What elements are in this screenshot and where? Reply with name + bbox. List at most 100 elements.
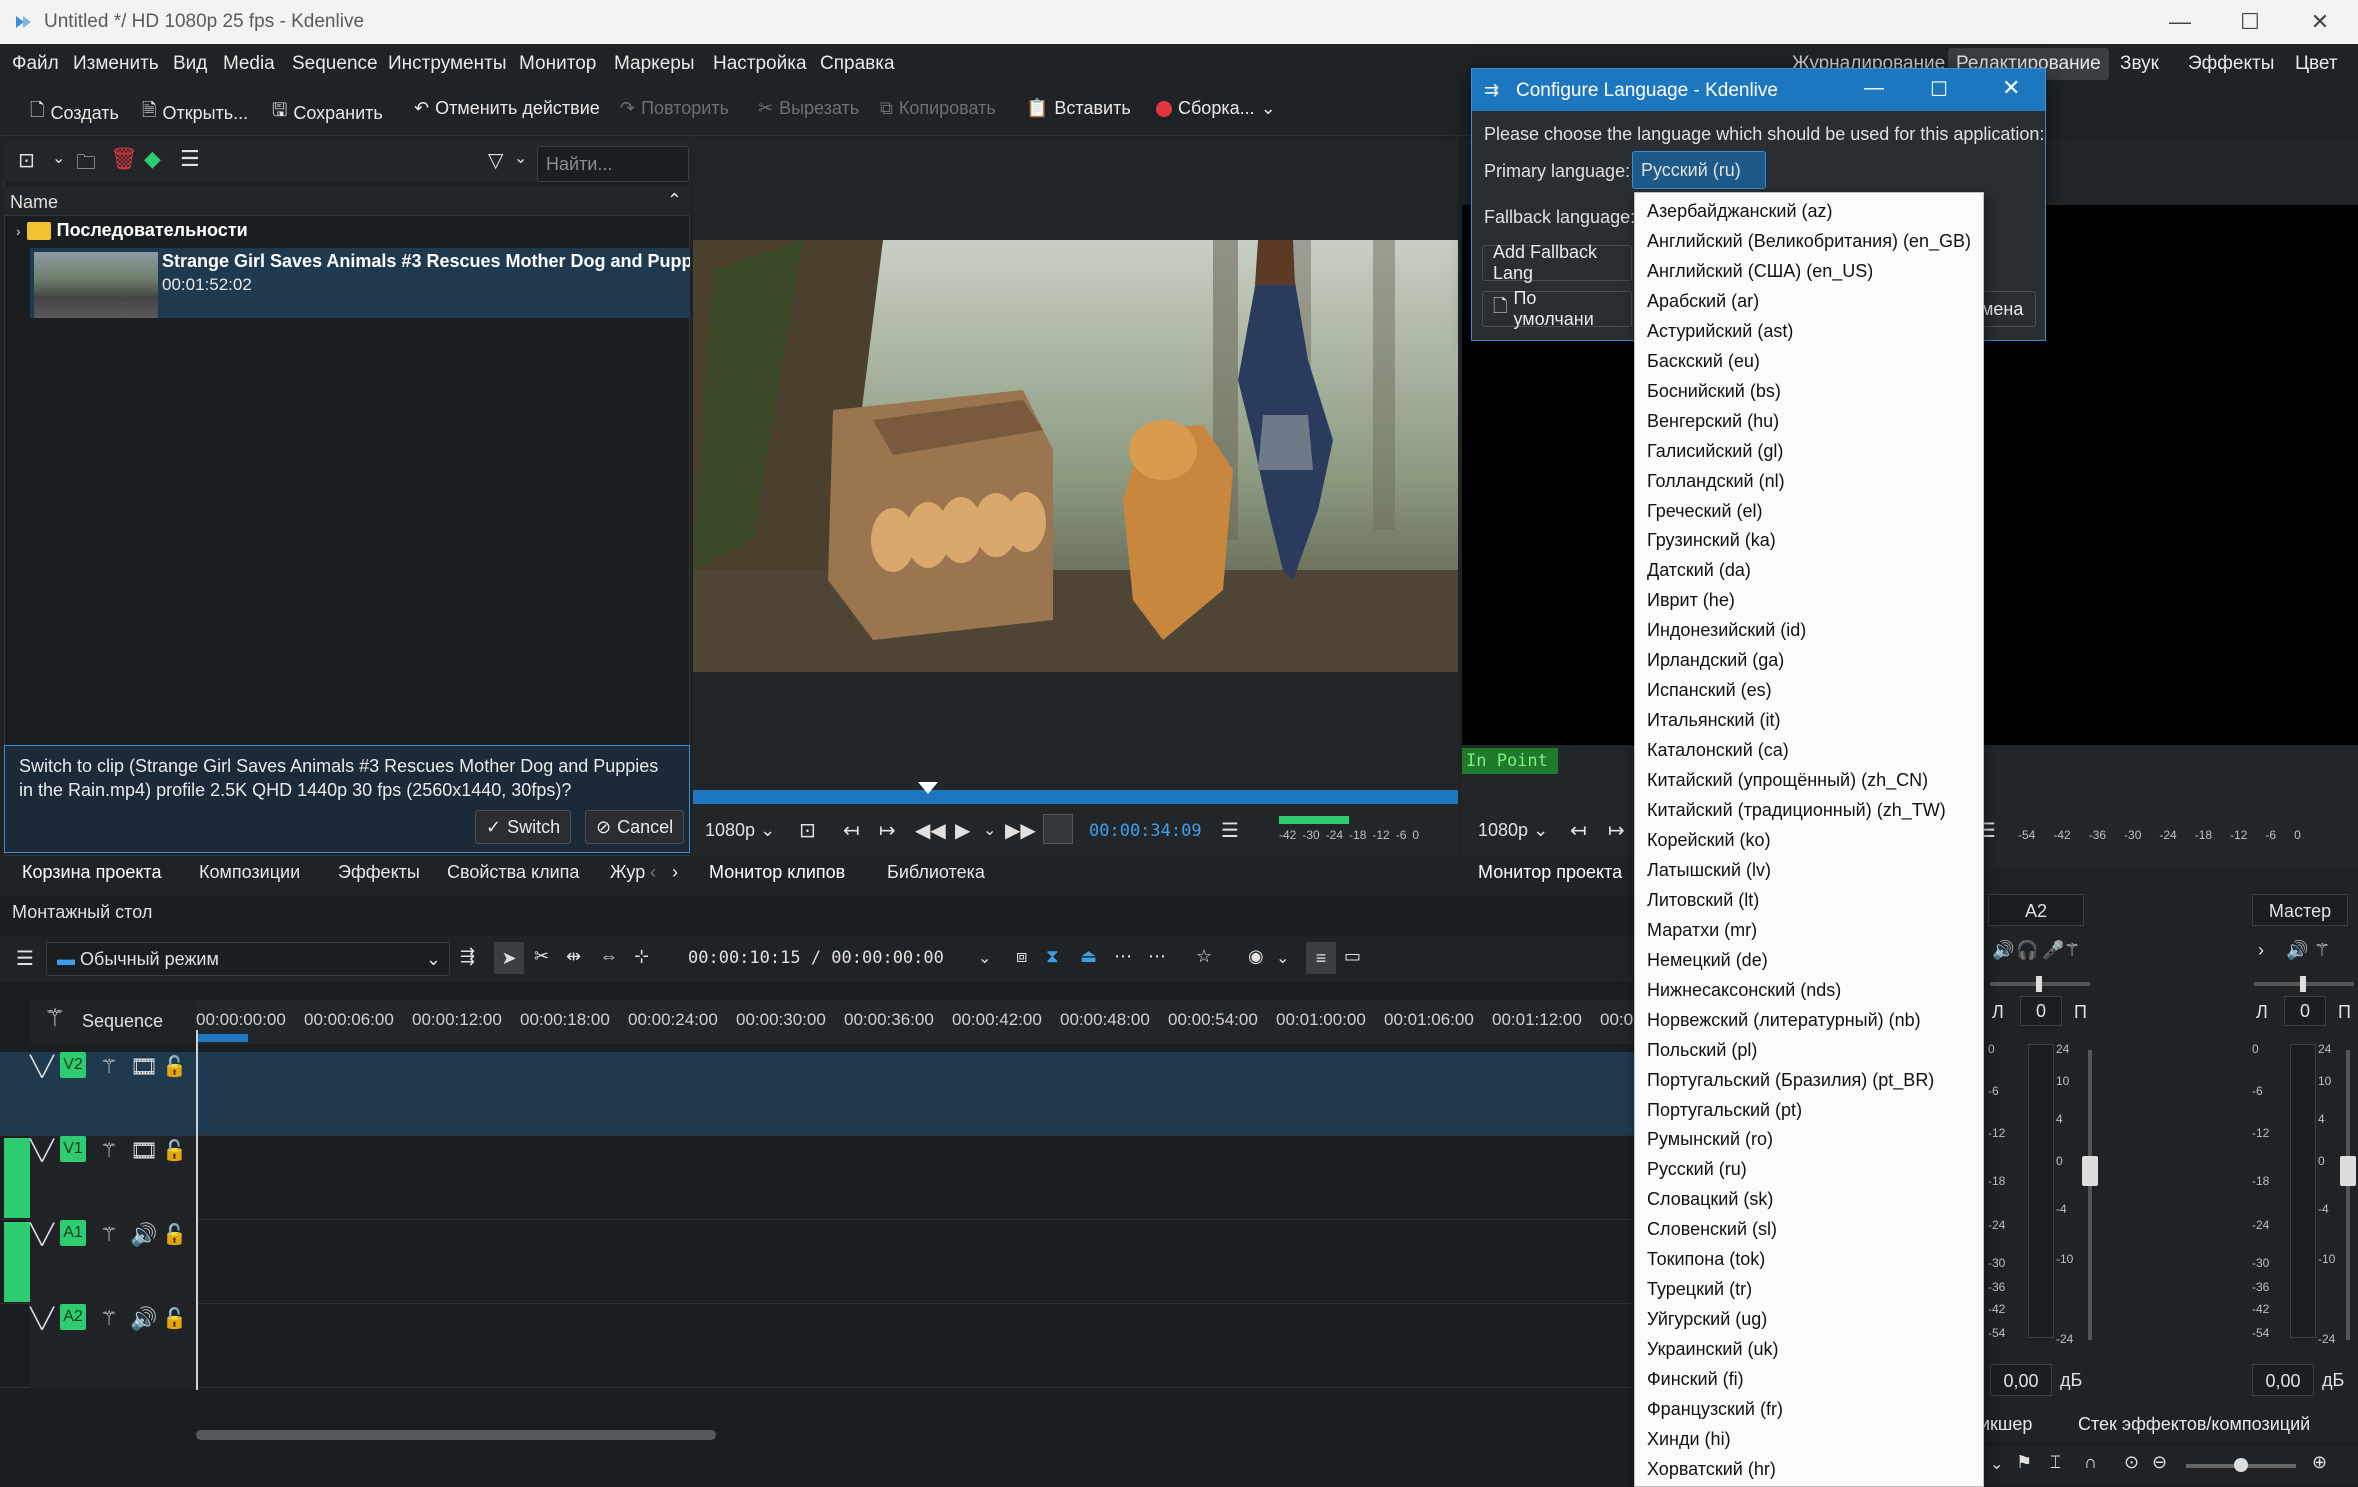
switch-button[interactable]: ✓ Switch <box>475 810 572 844</box>
maximize-icon[interactable]: ☐ <box>1930 77 1948 102</box>
workspace-effects[interactable]: Эффекты <box>2188 53 2274 75</box>
record-audio-icon[interactable]: ◉ <box>1248 946 1264 967</box>
minimize-icon[interactable]: — <box>1864 77 1884 100</box>
extract-icon[interactable]: ⋯ <box>1114 946 1132 967</box>
defaults-button[interactable]: 🗋 По умолчани <box>1482 288 1632 329</box>
track-target-v1[interactable] <box>4 1138 30 1218</box>
language-option[interactable]: Греческий (el) <box>1647 501 1763 522</box>
collapse-icon[interactable]: ╲╱ <box>30 1054 54 1079</box>
tab-compositions[interactable]: Композиции <box>199 862 300 883</box>
tag-icon[interactable]: ◆ <box>144 146 161 172</box>
track-a2[interactable]: ╲╱ A2 ⚚ 🔊 🔓 <box>0 1304 1640 1388</box>
language-option[interactable]: Китайский (традиционный) (zh_TW) <box>1647 800 1946 821</box>
tab-mixer[interactable]: икшер <box>1980 1414 2032 1435</box>
clip-timecode[interactable]: 00:00:34:09 <box>1089 821 1202 841</box>
track-v2[interactable]: ╲╱ V2 ⚚ 🎞 🔓 <box>0 1052 1640 1136</box>
workspace-color[interactable]: Цвет <box>2295 53 2338 75</box>
open-button[interactable]: 🗎 Открыть... <box>142 98 248 128</box>
lock-icon[interactable]: 🔓 <box>162 1138 187 1163</box>
language-option[interactable]: Индонезийский (id) <box>1647 620 1806 641</box>
timeline-ruler[interactable]: 00:00:00:00 00:00:06:00 00:00:12:00 00:0… <box>196 1000 1646 1044</box>
zone-icon[interactable]: ⊡ <box>799 818 816 843</box>
zoom-slider[interactable] <box>2186 1458 2296 1472</box>
overwrite-icon[interactable]: ⧗ <box>1046 946 1059 967</box>
language-option[interactable]: Словацкий (sk) <box>1647 1189 1773 1210</box>
folder-add-icon[interactable]: 🗀 <box>76 148 96 182</box>
primary-language-select[interactable]: Русский (ru) ⌄ <box>1632 151 1766 201</box>
language-option[interactable]: Боснийский (bs) <box>1647 381 1781 402</box>
effects-icon[interactable]: ⚚ <box>100 1306 118 1331</box>
timeline-timecode[interactable]: 00:00:10:15 / 00:00:00:00 <box>688 948 944 968</box>
menu-icon[interactable]: ☰ <box>16 946 34 971</box>
select-tool-icon[interactable]: ➤ <box>494 942 524 974</box>
tab-effect-stack[interactable]: Стек эффектов/композиций <box>2078 1414 2310 1435</box>
fullscreen-icon[interactable] <box>1043 814 1073 844</box>
microphone-icon[interactable]: 🎤 <box>2042 940 2064 961</box>
track-a1[interactable]: ╲╱ A1 ⚚ 🔊 🔓 <box>0 1220 1640 1304</box>
speaker-icon[interactable]: 🔊 <box>130 1306 157 1332</box>
language-option[interactable]: Арабский (ar) <box>1647 291 1759 312</box>
pan-handle[interactable] <box>2036 976 2042 992</box>
zoom-fit-icon[interactable]: ⊙ <box>2124 1452 2139 1473</box>
copy-button[interactable]: ⧉ Копировать <box>880 98 996 119</box>
headphones-icon[interactable]: 🎧 <box>2016 940 2038 961</box>
lift-icon[interactable]: ⏏ <box>1080 946 1097 967</box>
bin-search-input[interactable]: Найти... <box>537 146 689 182</box>
add-fallback-button[interactable]: Add Fallback Lang <box>1482 242 1632 283</box>
language-option[interactable]: Украинский (uk) <box>1647 1339 1779 1360</box>
minimize-button[interactable]: — <box>2145 0 2215 44</box>
zone-marker[interactable] <box>196 1034 248 1042</box>
slip-tool-icon[interactable]: ⇔ <box>600 946 618 967</box>
menu-monitor[interactable]: Монитор <box>519 53 596 75</box>
timeline-playhead[interactable] <box>196 1030 198 1390</box>
tab-project-bin[interactable]: Корзина проекта <box>22 862 161 883</box>
render-button[interactable]: Сборка... ⌄ <box>1156 98 1276 119</box>
menu-edit[interactable]: Изменить <box>73 53 159 75</box>
language-option[interactable]: Русский (ru) <box>1647 1159 1747 1180</box>
insert-icon[interactable]: ⧈ <box>1016 946 1027 967</box>
language-option[interactable]: Португальский (Бразилия) (pt_BR) <box>1647 1070 1934 1091</box>
language-option[interactable]: Английский (Великобритания) (en_GB) <box>1647 231 1971 252</box>
bin-folder-sequences[interactable]: › Последовательности <box>16 220 248 241</box>
close-window-button[interactable]: ✕ <box>2285 0 2355 44</box>
lock-icon[interactable]: 🔓 <box>162 1054 187 1079</box>
paste-button[interactable]: 📋 Вставить <box>1026 98 1131 119</box>
redo-button[interactable]: ↷ Повторить <box>620 98 729 119</box>
star-icon[interactable]: ☆ <box>1196 946 1212 967</box>
set-in-icon[interactable]: ↤ <box>1570 818 1587 843</box>
pan-value-a2[interactable]: 0 <box>2020 996 2062 1026</box>
clip-monitor-seekbar[interactable] <box>693 782 1458 804</box>
menu-icon[interactable]: ☰ <box>180 146 200 172</box>
film-icon[interactable]: 🎞 <box>130 1054 158 1080</box>
effects-icon[interactable]: ⚚ <box>100 1138 118 1163</box>
cut-button[interactable]: ✂ Вырезать <box>758 98 859 119</box>
language-option[interactable]: Ирландский (ga) <box>1647 650 1784 671</box>
language-option[interactable]: Китайский (упрощённый) (zh_CN) <box>1647 770 1928 791</box>
filter-icon[interactable]: ▽ <box>488 148 503 173</box>
mute-icon[interactable]: 🔊 <box>1992 940 2014 961</box>
set-out-icon[interactable]: ↦ <box>879 818 896 843</box>
language-option[interactable]: Норвежский (литературный) (nb) <box>1647 1010 1921 1031</box>
maximize-button[interactable]: ☐ <box>2215 0 2285 44</box>
language-option[interactable]: Хорватский (hr) <box>1647 1459 1776 1480</box>
collapse-icon[interactable]: ╲╱ <box>30 1306 54 1331</box>
dialog-cancel-button[interactable]: мена <box>1976 291 2036 327</box>
lock-icon[interactable]: 🔓 <box>162 1306 187 1331</box>
language-option[interactable]: Корейский (ko) <box>1647 830 1771 851</box>
track-name[interactable]: V1 <box>60 1136 86 1162</box>
chevron-down-icon[interactable]: ⌄ <box>514 148 527 168</box>
set-out-icon[interactable]: ↦ <box>1608 818 1625 843</box>
zoom-in-icon[interactable]: ⊕ <box>2312 1452 2327 1473</box>
language-option[interactable]: Латышский (lv) <box>1647 860 1771 881</box>
menu-icon[interactable]: ☰ <box>1221 818 1239 843</box>
edit-mode-select[interactable]: ▬ Обычный режим ⌄ <box>46 942 450 976</box>
chevron-down-icon[interactable]: ⌄ <box>1990 1454 2003 1474</box>
razor-tool-icon[interactable]: ✂ <box>534 946 549 967</box>
level-value-a2[interactable]: 0,00 <box>1990 1364 2052 1396</box>
collapse-icon[interactable]: ╲╱ <box>30 1222 54 1247</box>
chevron-down-icon[interactable]: ⌄ <box>978 948 991 968</box>
add-clip-icon[interactable]: ⊡ <box>18 148 35 173</box>
language-option[interactable]: Каталонский (ca) <box>1647 740 1789 761</box>
tab-clip-properties[interactable]: Свойства клипа <box>447 862 579 883</box>
bin-column-header[interactable]: Name ⌃ <box>4 186 690 216</box>
